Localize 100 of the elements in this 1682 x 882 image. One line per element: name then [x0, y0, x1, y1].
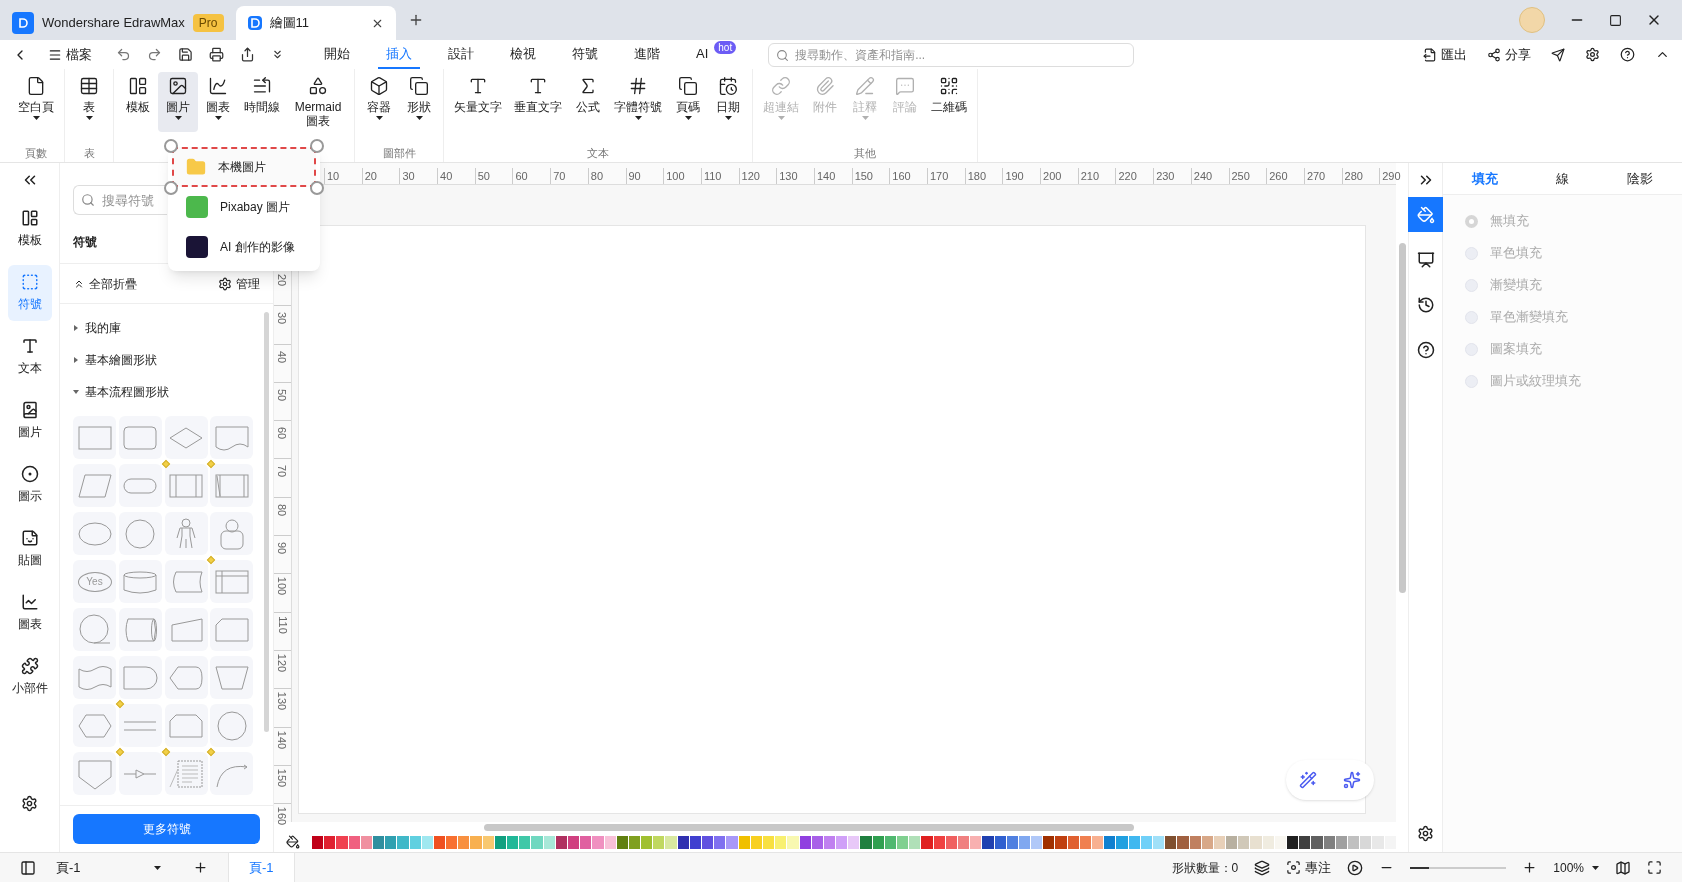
page-dropdown[interactable]: 頁-1	[56, 857, 161, 878]
radio-label: 單色漸變填充	[1490, 308, 1568, 327]
ribbon-button[interactable]: 形狀	[399, 72, 439, 132]
ruler-label: 20	[361, 168, 400, 184]
ribbon-group-label: 表	[82, 146, 96, 161]
ruler-label: 260	[1266, 168, 1304, 184]
ribbon-button[interactable]: 二維碼	[925, 72, 973, 132]
menu-tab[interactable]: 設計	[440, 40, 482, 69]
ribbon-button[interactable]: 容器	[359, 72, 399, 132]
library-item[interactable]: 我的庫	[73, 312, 251, 344]
hot-badge: hot	[714, 41, 737, 54]
ruler-label: 180	[964, 168, 1003, 184]
sidebar-item[interactable]: 模板	[7, 201, 52, 257]
radio-label: 圖片或紋理填充	[1490, 372, 1581, 391]
ruler-label: 230	[1153, 168, 1191, 184]
export-button[interactable]: 匯出	[1423, 44, 1467, 65]
symbol-search-field[interactable]: 搜尋符號	[73, 185, 167, 215]
sidebar-item[interactable]: 圖示	[7, 457, 52, 513]
ruler-label: 120	[276, 653, 289, 673]
ruler-label: 80	[276, 503, 289, 516]
menu-tab[interactable]: 檢視	[502, 40, 544, 69]
ruler-label: 110	[700, 168, 739, 184]
more-symbols-button[interactable]: 更多符號	[73, 814, 260, 844]
ribbon-button[interactable]: 時間線	[238, 72, 286, 132]
ruler-label: 70	[550, 168, 588, 184]
ruler-label: 40	[437, 168, 475, 184]
menu-tab[interactable]: AI	[688, 40, 717, 69]
ruler-label: 280	[1341, 168, 1380, 184]
menu-tab[interactable]: 開始	[316, 40, 358, 69]
sidebar-item[interactable]: 貼圖	[7, 521, 52, 577]
ruler-label: 10	[324, 168, 362, 184]
ribbon-button[interactable]: 表	[69, 72, 109, 132]
ribbon-button[interactable]: Mermaid 圖表	[286, 72, 350, 132]
ruler-label: 290	[1379, 168, 1417, 184]
ribbon-button[interactable]: 圖表	[198, 72, 238, 132]
collapse-all-button[interactable]: 全部折疊	[73, 274, 137, 293]
ruler-label: 160	[889, 168, 927, 184]
panel-tab[interactable]: 填充	[1472, 168, 1498, 189]
menu-item[interactable]: 本機圖片	[172, 147, 316, 187]
menu-tab[interactable]: 插入	[378, 40, 420, 69]
ribbon-group-label: 文本	[586, 146, 610, 161]
ribbon-button[interactable]: 圖片	[158, 72, 198, 132]
ruler-label: 60	[512, 168, 551, 184]
sidebar-item[interactable]: 圖片	[7, 393, 52, 449]
ribbon-button[interactable]: 模板	[118, 72, 158, 132]
document-tab[interactable]: 繪圖11	[235, 6, 396, 40]
menu-item[interactable]: AI 創作的影像	[172, 227, 316, 267]
manage-button[interactable]: 管理	[218, 274, 260, 293]
share-button[interactable]: 分享	[1487, 44, 1531, 65]
file-menu-button[interactable]: 檔案	[48, 44, 92, 65]
radio-label: 無填充	[1490, 212, 1529, 231]
ribbon-button[interactable]: 矢量文字	[448, 72, 508, 132]
sidebar-item[interactable]: 文本	[7, 329, 52, 385]
ruler-label: 160	[276, 807, 289, 826]
ruler-label: 220	[1115, 168, 1154, 184]
tab-title: 繪圖11	[269, 14, 309, 33]
ruler-label: 100	[276, 577, 289, 596]
ruler-label: 40	[276, 350, 289, 363]
panel-tab[interactable]: 線	[1556, 168, 1569, 189]
library-item[interactable]: 基本流程圖形狀	[73, 376, 251, 408]
menu-tab[interactable]: 符號	[564, 40, 606, 69]
focus-button[interactable]: 專注	[1286, 857, 1332, 878]
ruler-label: 100	[663, 168, 701, 184]
ruler-label: 270	[1303, 168, 1342, 184]
ruler-label: 110	[276, 615, 289, 634]
shape-count: 形狀數量：0	[1171, 859, 1239, 877]
pro-badge: Pro	[192, 14, 224, 32]
ruler-label: 240	[1190, 168, 1229, 184]
ribbon-button[interactable]: 垂直文字	[508, 72, 568, 132]
ruler-label: 20	[276, 273, 289, 287]
ruler-label: 140	[813, 168, 852, 184]
ruler-label: 130	[276, 692, 289, 711]
ribbon-button[interactable]: 頁碼	[668, 72, 708, 132]
ruler-label: 130	[776, 168, 814, 184]
ruler-label: 50	[276, 388, 289, 401]
ruler-label: 60	[276, 427, 289, 440]
ruler-label: 170	[927, 168, 965, 184]
sidebar-item[interactable]: 符號	[7, 265, 52, 321]
sidebar-item[interactable]: 圖表	[7, 585, 52, 641]
ribbon-button[interactable]: 日期	[708, 72, 748, 132]
panel-title: 符號	[73, 234, 97, 251]
menu-item[interactable]: Pixabay 圖片	[172, 187, 316, 227]
ribbon-button[interactable]: 字體符號	[608, 72, 668, 132]
menu-tab[interactable]: 進階	[626, 40, 668, 69]
zoom-dropdown[interactable]: 100%	[1553, 858, 1599, 877]
document-tab[interactable]: Wondershare EdrawMax Pro	[0, 6, 236, 40]
ruler-label: 70	[276, 465, 289, 478]
ruler-label: 90	[276, 541, 289, 555]
ribbon-button[interactable]: 空白頁	[12, 72, 60, 132]
page-tab[interactable]: 頁-1	[228, 852, 295, 882]
ruler-label: 210	[1077, 168, 1116, 184]
ribbon-button[interactable]: 公式	[568, 72, 608, 132]
radio-label: 漸變填充	[1490, 276, 1542, 295]
search-field[interactable]: 搜尋動作、資產和指南...	[768, 42, 1135, 67]
ruler-label: 90	[625, 168, 664, 184]
ribbon-group-label: 其他	[853, 146, 877, 161]
panel-tab[interactable]: 陰影	[1627, 168, 1653, 189]
sidebar-item[interactable]: 小部件	[7, 649, 52, 705]
tab-title: Wondershare EdrawMax	[42, 14, 185, 33]
library-item[interactable]: 基本繪圖形狀	[73, 344, 251, 376]
